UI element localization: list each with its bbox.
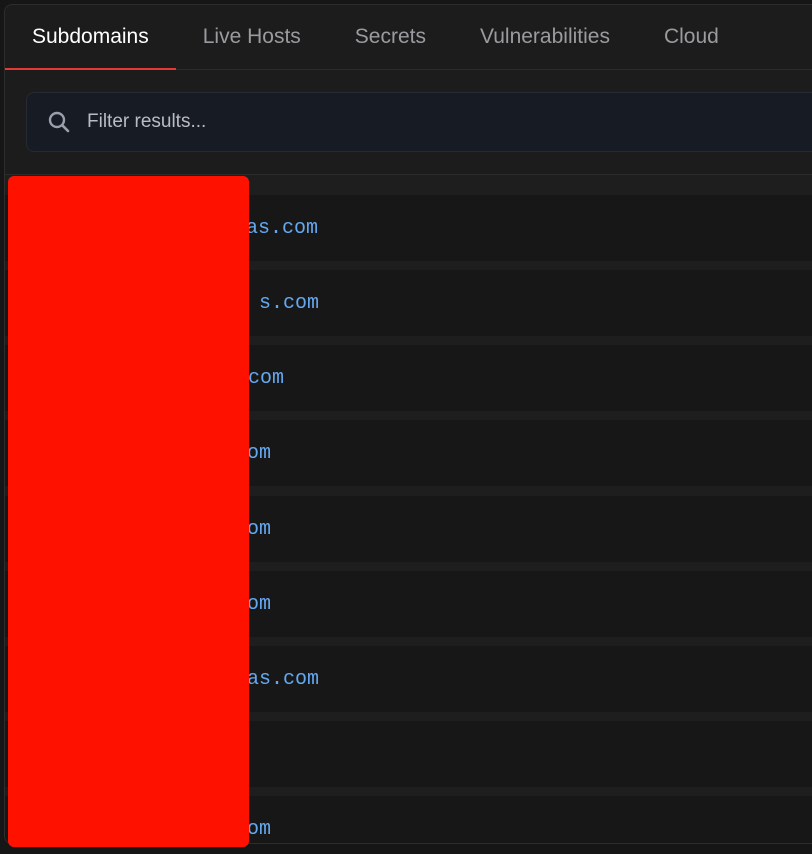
subdomain-link[interactable]: om — [247, 593, 271, 616]
tab-live-hosts[interactable]: Live Hosts — [176, 5, 328, 69]
subdomain-link[interactable]: om — [247, 442, 271, 465]
subdomain-link[interactable]: s.com — [259, 292, 319, 315]
tab-subdomains[interactable]: Subdomains — [5, 5, 176, 70]
tab-secrets[interactable]: Secrets — [328, 5, 453, 69]
tab-cloud[interactable]: Cloud — [637, 5, 746, 69]
redaction-block — [8, 176, 249, 847]
tab-vulnerabilities[interactable]: Vulnerabilities — [453, 5, 637, 69]
subdomain-link[interactable]: as.com — [247, 668, 319, 691]
subdomain-link[interactable]: om — [247, 518, 271, 541]
search-icon — [47, 110, 71, 134]
subdomain-link[interactable]: om — [247, 818, 271, 841]
filter-bar — [26, 92, 812, 152]
tab-bar: Subdomains Live Hosts Secrets Vulnerabil… — [5, 5, 812, 70]
subdomain-link[interactable]: com — [248, 367, 284, 390]
filter-input[interactable] — [85, 110, 812, 134]
